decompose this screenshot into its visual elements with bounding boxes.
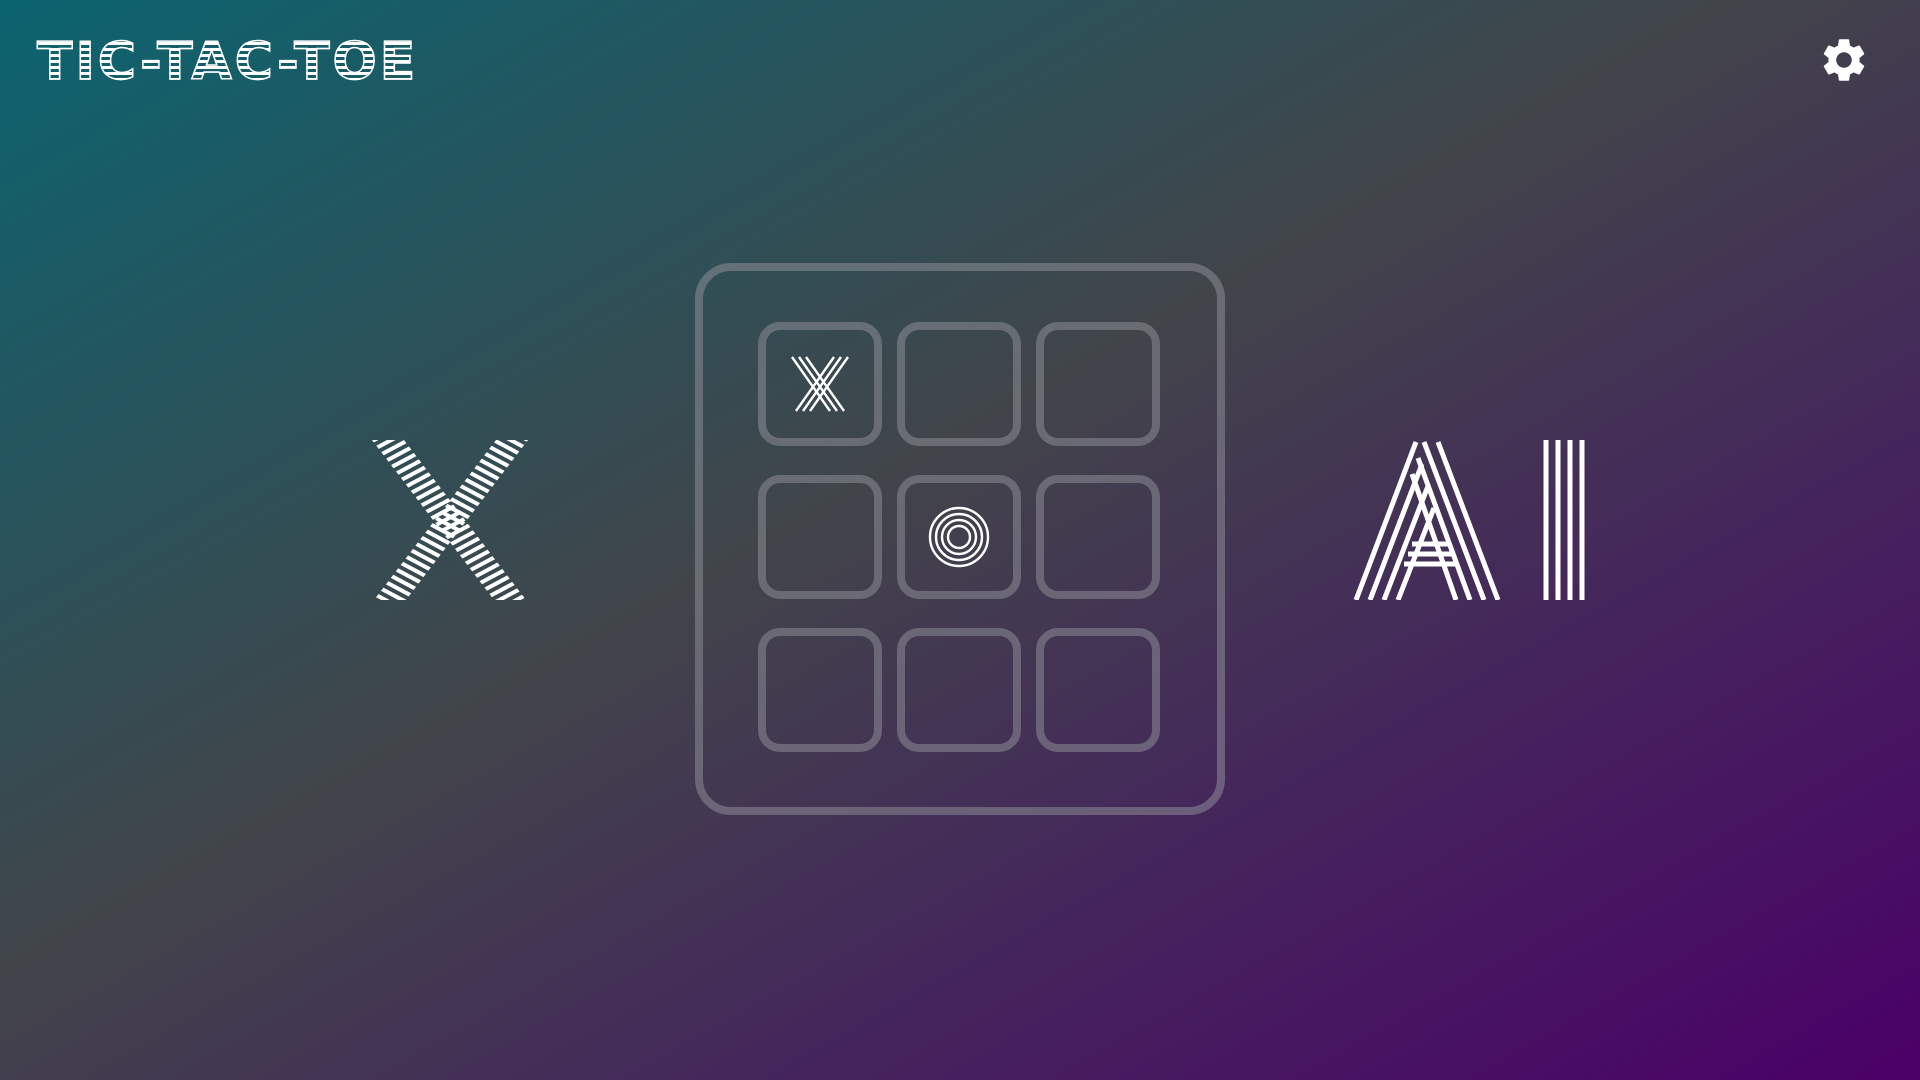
board-cell-2[interactable] xyxy=(897,322,1021,446)
board-cell-value xyxy=(959,690,960,691)
ai-mark-icon xyxy=(1353,440,1585,600)
board-cell-9[interactable] xyxy=(1036,628,1160,752)
game-title: TIC-TAC-TOE xyxy=(36,31,419,93)
board-cell-7[interactable] xyxy=(758,628,882,752)
board-cell-value xyxy=(820,537,821,538)
board-cell-value xyxy=(959,384,960,385)
board-cell-5[interactable]: O xyxy=(897,475,1021,599)
player-ai-label: AI xyxy=(1352,440,1592,600)
board-cell-6[interactable] xyxy=(1036,475,1160,599)
game-board: XO xyxy=(758,322,1162,752)
x-mark-icon xyxy=(791,356,849,412)
board-cell-value xyxy=(820,690,821,691)
gear-icon xyxy=(1823,39,1865,81)
board-cell-value xyxy=(1098,690,1099,691)
board-cell-4[interactable] xyxy=(758,475,882,599)
board-cell-1[interactable]: X xyxy=(758,322,882,446)
board-cell-value xyxy=(1098,384,1099,385)
o-mark-icon xyxy=(928,506,990,568)
settings-button[interactable] xyxy=(1818,34,1870,86)
player-x-label: X xyxy=(370,440,530,600)
board-cell-8[interactable] xyxy=(897,628,1021,752)
x-mark-icon xyxy=(372,440,528,600)
board-cell-value xyxy=(1098,537,1099,538)
board-cell-3[interactable] xyxy=(1036,322,1160,446)
